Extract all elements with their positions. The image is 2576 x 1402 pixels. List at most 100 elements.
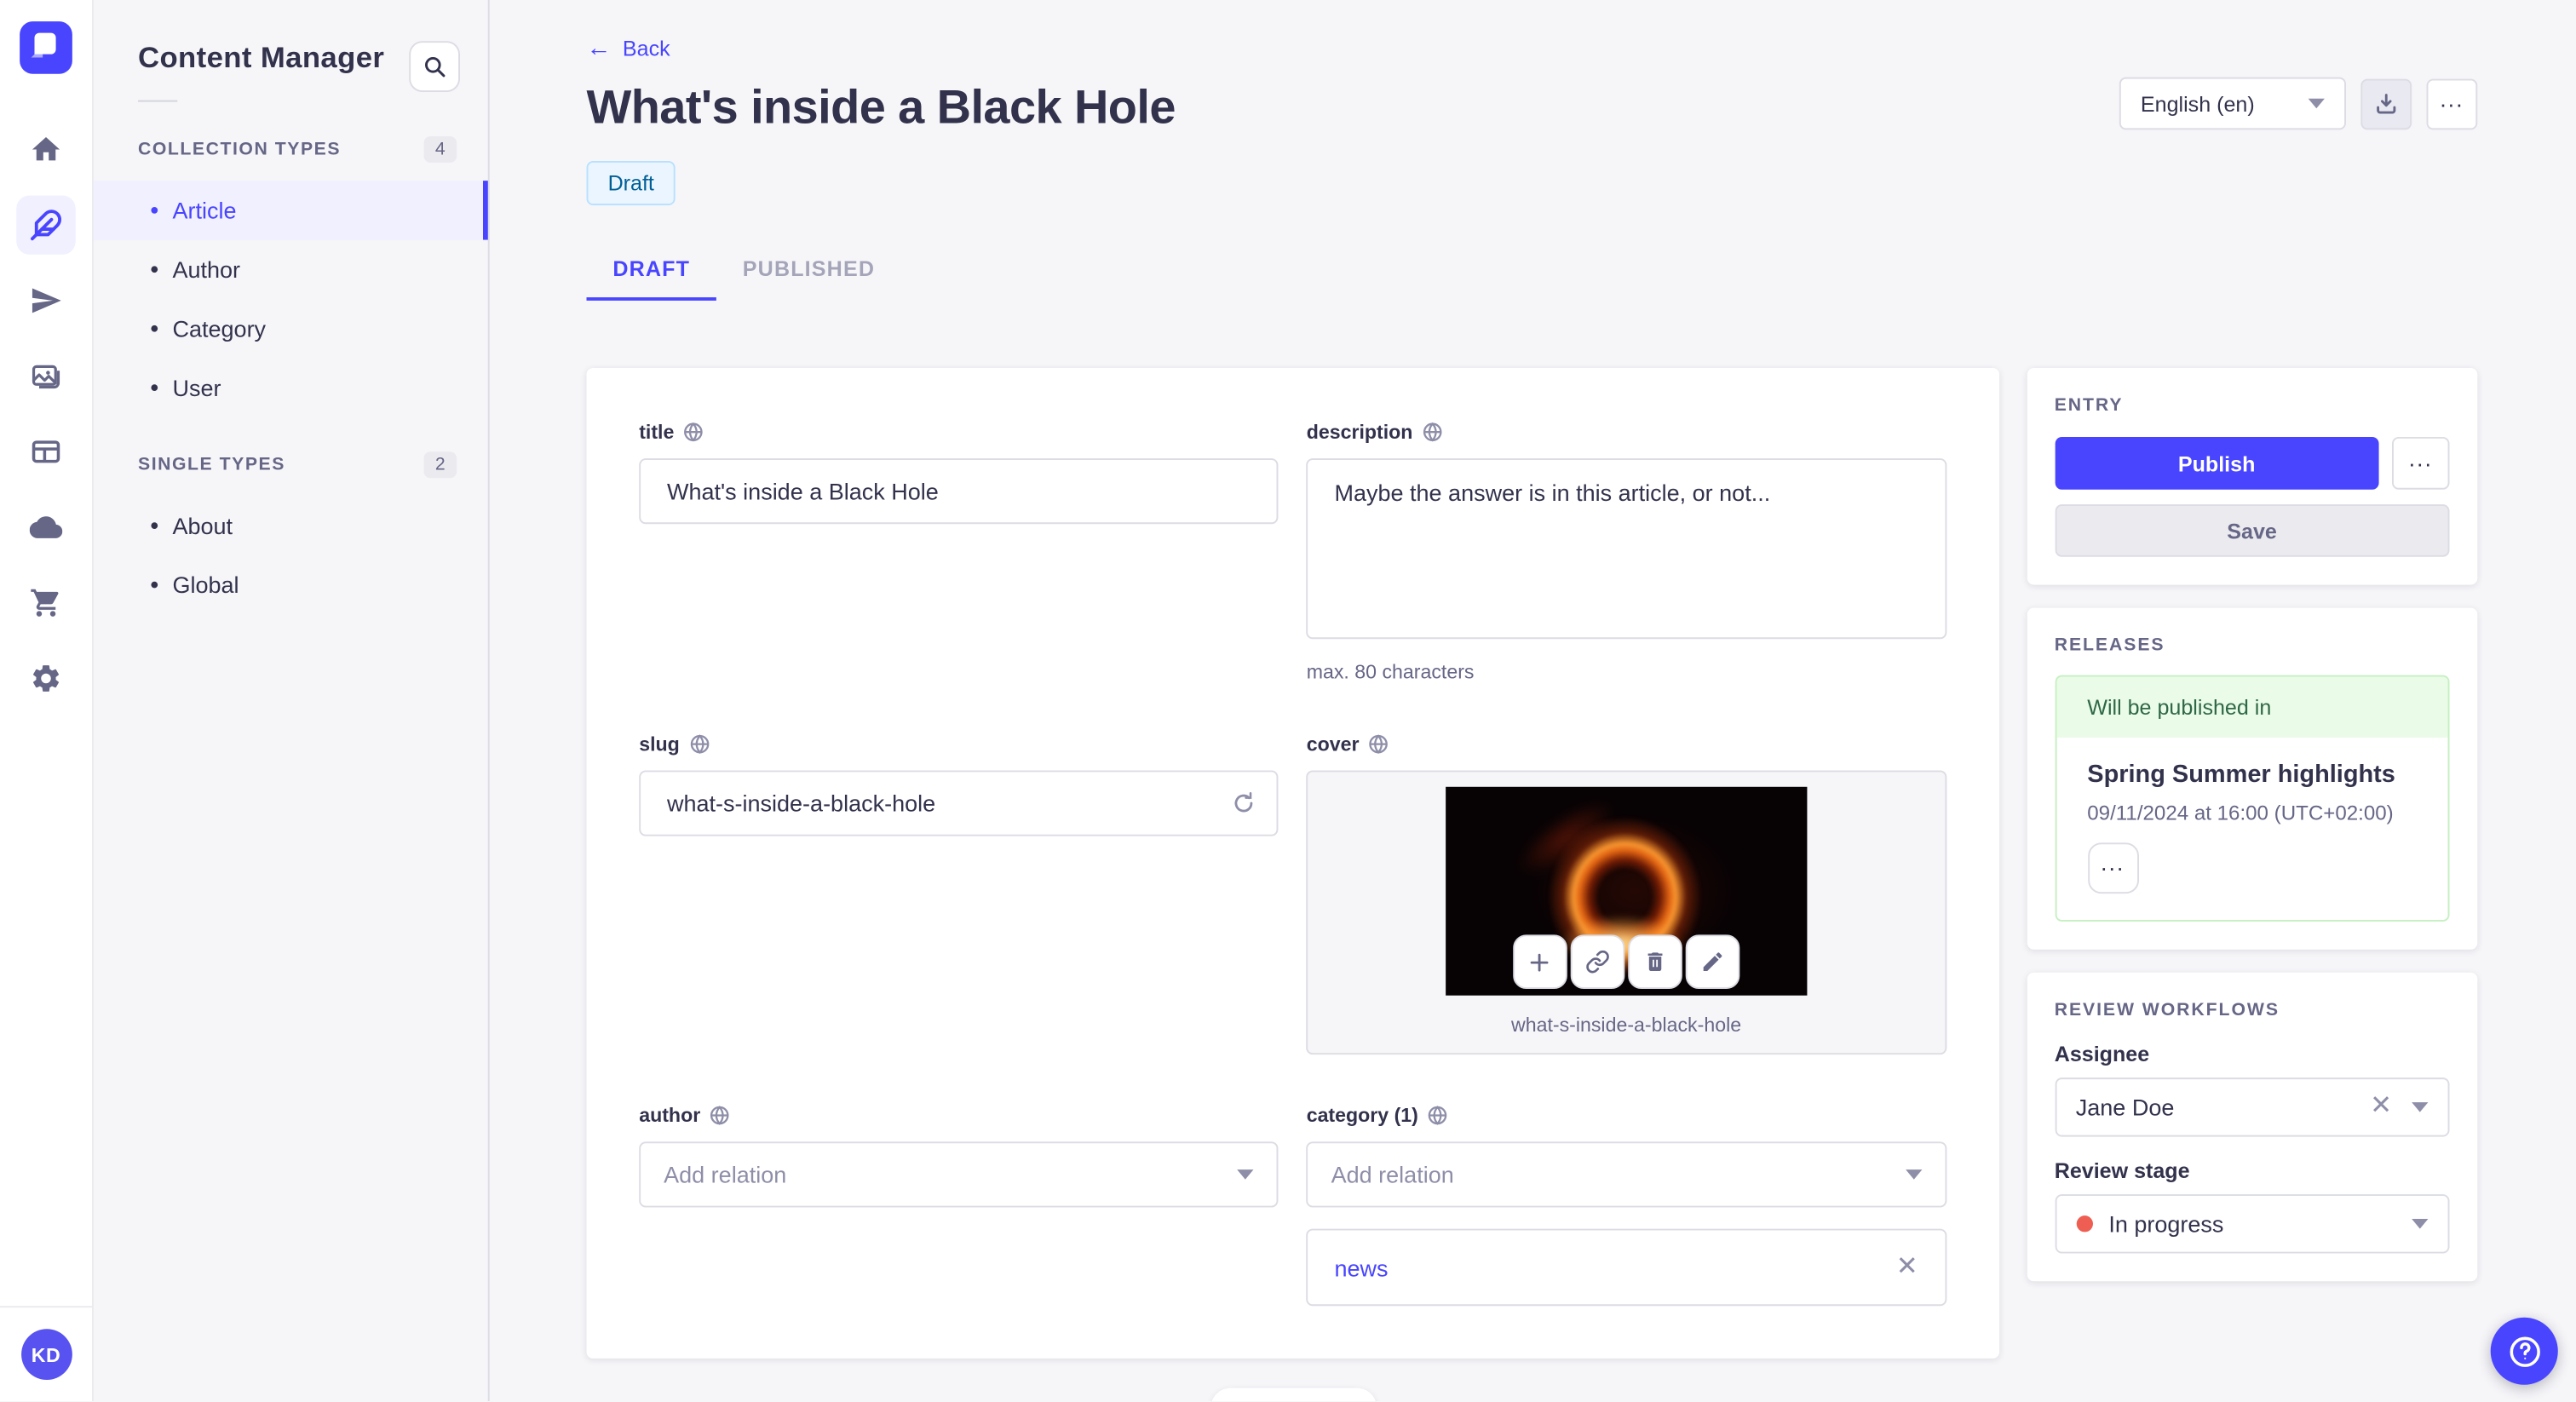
bullet-icon [151,384,158,391]
assignee-value: Jane Doe [2075,1094,2175,1121]
sidebar-item-label: Global [172,572,239,598]
right-panel: ENTRY Publish ... Save RELEASES Will be … [2026,367,2478,1282]
field-cover: cover what-s-inside-a-black-hole [1306,733,1946,1055]
review-stage-value: In progress [2108,1210,2224,1238]
relation-news-link[interactable]: news [1334,1254,1895,1280]
title-field-label: title [639,420,675,444]
bullet-icon [151,266,158,273]
remove-relation-icon[interactable]: ✕ [1896,1253,1918,1280]
field-description: description Maybe the answer is in this … [1306,420,1946,684]
cover-asset-box: what-s-inside-a-black-hole [1306,770,1946,1055]
back-link[interactable]: ← Back [586,36,670,60]
entry-panel-title: ENTRY [2054,395,2124,416]
bullet-icon [151,206,158,214]
sidebar-item-label: Category [172,315,267,342]
description-hint: max. 80 characters [1306,660,1475,684]
collection-types-label: COLLECTION TYPES [137,139,342,160]
media-library-icon[interactable] [16,347,75,405]
content-type-builder-icon[interactable] [16,422,75,481]
review-workflows-panel: REVIEW WORKFLOWS Assignee Jane Doe ✕ Rev… [2026,972,2478,1282]
slug-field-label: slug [639,733,680,756]
copy-link-button[interactable] [1570,934,1625,989]
publish-button[interactable]: Publish [2054,436,2379,490]
clear-assignee-icon[interactable]: ✕ [2370,1093,2392,1120]
single-types-count: 2 [423,451,457,479]
chevron-down-icon [1237,1169,1254,1180]
chevron-down-icon [2412,1102,2429,1112]
review-panel-title: REVIEW WORKFLOWS [2054,1000,2280,1020]
user-avatar[interactable]: KD [20,1329,72,1381]
stage-status-dot [2075,1215,2093,1232]
edit-asset-button[interactable] [1685,934,1740,989]
globe-icon [1369,734,1389,755]
field-category: category (1) Add relation news ✕ [1306,1104,1946,1307]
more-options-button[interactable]: ... [2426,78,2478,129]
home-icon[interactable] [16,120,75,179]
chevron-down-icon [2308,98,2325,109]
field-author: author Add relation [639,1104,1279,1306]
release-date: 09/11/2024 at 16:00 (UTC+02:00) [2087,802,2394,825]
bullet-icon [151,581,158,589]
peeking-card-top [1210,1388,1377,1402]
save-button[interactable]: Save [2054,504,2450,557]
sidebar-item-author[interactable]: Author [94,240,488,299]
deploy-cloud-icon[interactable] [16,497,75,556]
category-relation-item: news ✕ [1306,1228,1946,1307]
tab-draft[interactable]: DRAFT [586,246,717,301]
author-relation-combobox[interactable]: Add relation [639,1141,1279,1208]
release-card: Will be published in Spring Summer highl… [2054,675,2450,922]
locale-select[interactable]: English (en) [2119,77,2346,130]
slug-input[interactable] [639,770,1279,836]
review-stage-combobox[interactable]: In progress [2054,1194,2450,1254]
content-manager-sidebar: Content Manager COLLECTION TYPES 4 Artic… [93,0,490,1402]
tab-published[interactable]: PUBLISHED [716,246,901,301]
help-button[interactable] [2490,1317,2558,1385]
description-textarea[interactable]: Maybe the answer is in this article, or … [1306,458,1946,640]
sidebar-item-category[interactable]: Category [94,299,488,358]
releases-plane-icon[interactable] [16,271,75,330]
regenerate-slug-icon[interactable] [1231,790,1257,817]
globe-icon [690,734,709,755]
release-more-button[interactable]: ... [2087,842,2139,894]
globe-icon [684,422,704,442]
add-asset-button[interactable] [1512,934,1567,989]
more-dots-icon: ... [2101,849,2125,876]
black-hole-image [1445,786,1808,996]
review-stage-label: Review stage [2054,1158,2190,1183]
search-button[interactable] [409,41,460,92]
sidebar-item-label: Article [172,197,237,224]
version-tabs: DRAFT PUBLISHED [586,246,2477,301]
marketplace-cart-icon[interactable] [16,573,75,632]
sidebar-item-user[interactable]: User [94,358,488,417]
content-manager-icon[interactable] [16,195,76,255]
single-types-label: SINGLE TYPES [137,455,285,475]
sidebar-item-article[interactable]: Article [93,181,488,240]
release-name[interactable]: Spring Summer highlights [2087,761,2417,789]
sidebar-item-about[interactable]: About [94,496,488,554]
entry-panel: ENTRY Publish ... Save [2026,367,2478,585]
entry-more-button[interactable]: ... [2391,436,2450,490]
collection-types-count: 4 [423,136,457,163]
description-field-label: description [1306,420,1413,444]
download-button[interactable] [2360,78,2412,129]
settings-gear-icon[interactable] [16,649,75,708]
category-relation-combobox[interactable]: Add relation [1306,1141,1946,1208]
nav-rail: KD [0,0,94,1402]
assignee-combobox[interactable]: Jane Doe ✕ [2054,1077,2450,1137]
rail-divider [0,1306,92,1308]
more-dots-icon: ... [2408,444,2433,471]
sidebar-item-label: Author [172,256,241,283]
globe-icon [1423,422,1442,442]
releases-panel: RELEASES Will be published in Spring Sum… [2026,607,2478,950]
release-status: Will be published in [2056,676,2448,738]
strapi-logo[interactable] [20,21,72,74]
chevron-down-icon [1905,1169,1922,1180]
sidebar-item-global[interactable]: Global [94,555,488,614]
sidebar-item-label: About [172,512,233,539]
sidebar-title: Content Manager [137,41,385,74]
globe-icon [710,1106,730,1125]
delete-asset-button[interactable] [1627,934,1682,989]
title-input[interactable] [639,458,1279,525]
author-field-label: author [639,1103,701,1127]
question-mark-icon [2509,1336,2539,1366]
